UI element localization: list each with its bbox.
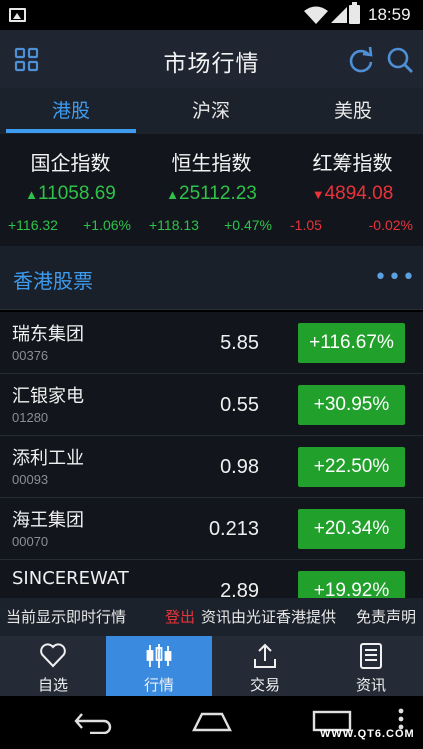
stock-price: 0.55 (220, 394, 259, 416)
upload-icon (254, 643, 276, 668)
heart-icon (40, 643, 66, 668)
index-card-hsi[interactable]: 恒生指数 ▲25112.23 +118.13 +0.47% (141, 134, 282, 246)
nav-watchlist[interactable]: 自选 (0, 636, 106, 696)
stock-list: 瑞东集团 00376 5.85 +116.67% 汇银家电 01280 0.55… (0, 312, 423, 598)
index-summary: 国企指数 ▲11058.69 +116.32 +1.06% 恒生指数 ▲2511… (0, 134, 423, 246)
change-badge[interactable]: +22.50% (298, 447, 405, 487)
stock-name: 添利工业 (12, 448, 84, 469)
clock: 18:59 (368, 5, 411, 24)
gallery-notification-icon (9, 8, 26, 22)
down-arrow-icon: ▼ (311, 187, 325, 202)
back-icon[interactable] (72, 710, 116, 734)
index-card-hscci[interactable]: 红筹指数 ▼4894.08 -1.05 -0.02% (282, 134, 423, 246)
tab-hk-stocks[interactable]: 港股 (6, 88, 136, 134)
section-header: 香港股票 ••• (0, 246, 423, 310)
nav-market[interactable]: 行情 (106, 636, 212, 696)
active-tab-indicator (6, 129, 136, 133)
candlestick-icon (146, 644, 172, 668)
change-badge[interactable]: +30.95% (298, 385, 405, 425)
index-percent: -0.02% (368, 217, 413, 233)
stock-price: 2.89 (220, 580, 259, 598)
title-bar: 市场行情 (0, 30, 423, 88)
stock-name: 瑞东集团 (12, 324, 84, 345)
market-tabs: 港股 沪深 美股 (0, 88, 423, 134)
disclaimer-link[interactable]: 免责声明 (356, 598, 416, 636)
nav-news[interactable]: 资讯 (318, 636, 423, 696)
stock-name: 海王集团 (12, 510, 84, 531)
index-percent: +1.06% (83, 217, 131, 233)
index-percent: +0.47% (224, 217, 272, 233)
up-arrow-icon: ▲ (25, 187, 39, 202)
provider-notice: 资讯由光证香港提供 (201, 608, 337, 626)
stock-code: 00070 (12, 534, 49, 549)
system-navigation-bar: WWW.QT6.COM (0, 696, 423, 749)
change-badge[interactable]: +19.92% (298, 571, 405, 598)
nav-label: 自选 (37, 676, 68, 694)
overflow-menu-icon[interactable] (397, 708, 405, 730)
signal-icon (331, 7, 347, 23)
logout-link[interactable]: 登出 (165, 598, 195, 636)
realtime-notice: 当前显示即时行情 (6, 608, 127, 626)
list-item[interactable]: 海王集团 00070 0.213 +20.34% (0, 498, 423, 560)
index-card-hscei[interactable]: 国企指数 ▲11058.69 +116.32 +1.06% (0, 134, 141, 246)
index-change: +118.13 (149, 217, 199, 233)
notice-ticker: 当前显示即时行情 登出 资讯由光证香港提供 免责声明 (0, 598, 423, 636)
index-change: -1.05 (290, 217, 322, 233)
index-value: ▲11058.69 (25, 183, 116, 204)
section-title: 香港股票 (13, 269, 93, 293)
stock-code: 00093 (12, 472, 49, 487)
list-item[interactable]: 添利工业 00093 0.98 +22.50% (0, 436, 423, 498)
change-badge[interactable]: +116.67% (298, 323, 405, 363)
nav-label: 行情 (143, 676, 174, 694)
refresh-icon[interactable] (347, 46, 375, 74)
tab-shanghai-shenzhen[interactable]: 沪深 (146, 88, 276, 134)
index-name: 国企指数 (30, 151, 111, 175)
index-name: 恒生指数 (171, 151, 252, 175)
stock-price: 0.213 (208, 518, 259, 540)
list-item[interactable]: SINCEREWAT 2.89 +19.92% (0, 560, 423, 598)
status-bar: 18:59 (0, 0, 423, 30)
list-item[interactable]: 汇银家电 01280 0.55 +30.95% (0, 374, 423, 436)
stock-code: 01280 (12, 410, 49, 425)
stock-price: 0.98 (220, 456, 259, 478)
index-name: 红筹指数 (312, 151, 393, 175)
nav-label: 交易 (249, 676, 280, 694)
index-value: ▼4894.08 (311, 183, 394, 204)
home-icon[interactable] (190, 710, 234, 734)
list-item[interactable]: 瑞东集团 00376 5.85 +116.67% (0, 312, 423, 374)
nav-trade[interactable]: 交易 (212, 636, 318, 696)
battery-icon (349, 2, 360, 24)
search-icon[interactable] (386, 46, 414, 74)
stock-price: 5.85 (220, 332, 259, 354)
tab-us-stocks[interactable]: 美股 (288, 88, 418, 134)
stock-name: 汇银家电 (12, 386, 84, 407)
stock-code: 00376 (12, 348, 49, 363)
bottom-navigation: 自选 行情 交易 资讯 (0, 636, 423, 696)
up-arrow-icon: ▲ (166, 187, 180, 202)
index-change: +116.32 (8, 217, 58, 233)
wifi-icon (304, 6, 328, 24)
more-options-icon[interactable]: ••• (374, 265, 416, 290)
news-icon (360, 643, 382, 669)
nav-label: 资讯 (355, 676, 386, 694)
index-value: ▲25112.23 (166, 183, 257, 204)
change-badge[interactable]: +20.34% (298, 509, 405, 549)
stock-name: SINCEREWAT (12, 568, 129, 589)
watermark: WWW.QT6.COM (320, 728, 415, 740)
